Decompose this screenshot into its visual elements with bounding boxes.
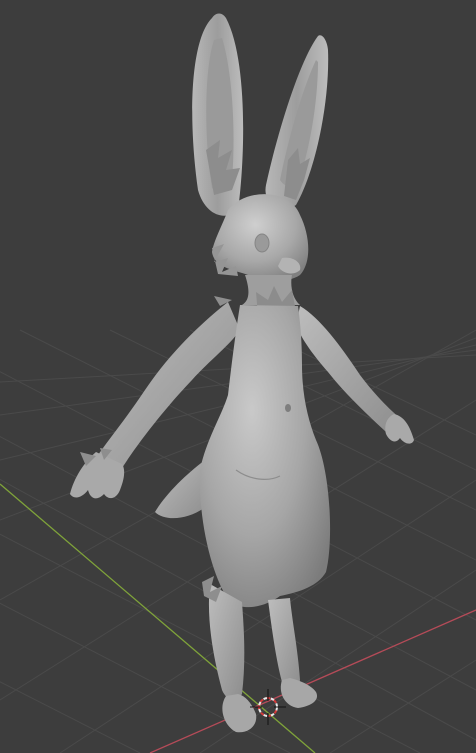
model-left-foot: [222, 694, 257, 733]
model-right-arm: [296, 306, 403, 435]
model-collar-fluff: [214, 296, 232, 306]
x-axis-line: [149, 609, 476, 753]
model-eye: [254, 233, 270, 253]
3d-viewport[interactable]: [0, 0, 476, 753]
model-left-leg: [208, 584, 245, 700]
viewport-canvas[interactable]: [0, 0, 476, 753]
model-navel: [285, 404, 291, 412]
model-right-hand: [385, 414, 414, 444]
model-right-leg: [268, 598, 300, 690]
